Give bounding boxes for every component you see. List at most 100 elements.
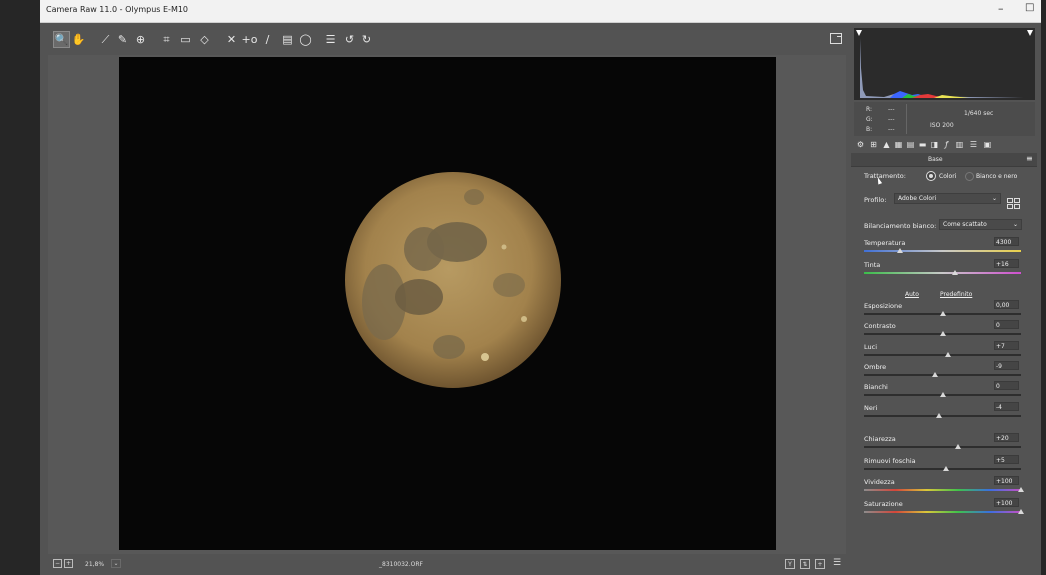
filename: _8310032.ORF: [379, 561, 423, 568]
rotate-right-icon[interactable]: ↻: [358, 31, 375, 48]
hand-tool-icon[interactable]: ✋: [70, 31, 87, 48]
toggle-settings-icon[interactable]: ☰: [833, 559, 841, 568]
wb-chevron-icon: ⌄: [1012, 221, 1018, 228]
view-mode-y-button[interactable]: Y: [785, 559, 795, 569]
treatment-bw-label[interactable]: Bianco e nero: [976, 173, 1017, 180]
slider-value-vividezza[interactable]: +100: [994, 476, 1019, 485]
treatment-bw-radio[interactable]: [965, 172, 974, 181]
treatment-color-label[interactable]: Colori: [939, 173, 956, 180]
copy-settings-button[interactable]: +: [815, 559, 825, 569]
slider-thumb-bianchi[interactable]: [939, 392, 946, 397]
slider-thumb-luci[interactable]: [944, 352, 951, 357]
white-balance-select[interactable]: Come scattato ⌄: [939, 219, 1022, 230]
tab-presets[interactable]: ☰: [969, 140, 978, 149]
slider-value-luci[interactable]: +7: [994, 341, 1019, 350]
treatment-label: Trattamento:: [864, 172, 906, 180]
slider-thumb-chiarezza[interactable]: [955, 444, 962, 449]
zoom-level[interactable]: 21,8%: [85, 561, 104, 568]
crop-tool-icon[interactable]: ⌗: [158, 31, 175, 48]
preferences-icon[interactable]: ☰: [322, 31, 339, 48]
photo-preview[interactable]: [119, 57, 776, 550]
slider-track-saturazione[interactable]: [864, 511, 1021, 513]
treatment-color-radio[interactable]: [926, 171, 936, 181]
basic-panel-header: Base ≡: [851, 153, 1037, 167]
slider-label-temperatura: Temperatura: [864, 239, 906, 247]
profile-chevron-icon: ⌄: [991, 195, 997, 202]
zoom-tool-icon[interactable]: 🔍: [53, 31, 70, 48]
slider-track-luci[interactable]: [864, 354, 1021, 356]
tab-tone-curve[interactable]: ⊞: [869, 140, 878, 149]
white-balance-tool-icon[interactable]: ⟋: [97, 31, 114, 48]
profile-select[interactable]: Adobe Colori ⌄: [894, 193, 1001, 204]
slider-track-temperatura[interactable]: [864, 250, 1021, 252]
default-link[interactable]: Predefinito: [940, 291, 972, 298]
slider-thumb-temperatura[interactable]: [897, 248, 904, 253]
slider-label-vividezza: Vividezza: [864, 478, 895, 486]
slider-value-bianchi[interactable]: 0: [994, 381, 1019, 390]
adjustment-brush-icon[interactable]: ∕: [259, 31, 276, 48]
slider-value-temperatura[interactable]: 4300: [994, 237, 1019, 246]
color-sampler-tool-icon[interactable]: ✎: [114, 31, 131, 48]
auto-link[interactable]: Auto: [905, 291, 919, 298]
slider-value-chiarezza[interactable]: +20: [994, 433, 1019, 442]
tab-snapshots[interactable]: ▣: [983, 140, 992, 149]
slider-value-contrasto[interactable]: 0: [994, 320, 1019, 329]
slider-thumb-esposizione[interactable]: [939, 311, 946, 316]
spot-removal-tool-icon[interactable]: ✕: [223, 31, 240, 48]
slider-value-ombre[interactable]: -9: [994, 361, 1019, 370]
tab-effects[interactable]: ƒ: [942, 140, 951, 149]
slider-thumb-ombre[interactable]: [932, 372, 939, 377]
tab-detail[interactable]: ▲: [882, 140, 891, 149]
zoom-out-button[interactable]: −: [53, 559, 62, 568]
zoom-in-button[interactable]: +: [64, 559, 73, 568]
rotate-left-icon[interactable]: ↺: [341, 31, 358, 48]
swap-before-after-button[interactable]: ⇅: [800, 559, 810, 569]
window-title: Camera Raw 11.0 - Olympus E-M10: [46, 5, 189, 14]
slider-thumb-neri[interactable]: [936, 413, 943, 418]
slider-track-vividezza[interactable]: [864, 489, 1021, 491]
slider-label-neri: Neri: [864, 404, 878, 412]
white-balance-value: Come scattato: [943, 221, 987, 228]
maximize-button[interactable]: □: [1025, 2, 1034, 13]
slider-thumb-vividezza[interactable]: [1018, 487, 1024, 492]
histogram-graph: [856, 30, 1033, 98]
slider-value-tinta[interactable]: +16: [994, 259, 1019, 268]
tab-hsl[interactable]: ▦: [894, 140, 903, 149]
slider-track-tinta[interactable]: [864, 272, 1021, 274]
tab-split-toning[interactable]: ▤: [906, 140, 915, 149]
minimize-button[interactable]: –: [998, 2, 1004, 15]
slider-thumb-saturazione[interactable]: [1018, 509, 1024, 514]
slider-track-chiarezza[interactable]: [864, 446, 1021, 448]
slider-label-rimuovi_foschia: Rimuovi foschia: [864, 457, 916, 465]
tab-basic[interactable]: ⚙: [856, 140, 865, 149]
slider-value-neri[interactable]: -4: [994, 402, 1019, 411]
g-label: G:: [866, 116, 873, 123]
graduated-filter-icon[interactable]: ▤: [279, 31, 296, 48]
export-arrow-icon: [837, 36, 842, 41]
slider-value-esposizione[interactable]: 0,00: [994, 300, 1019, 309]
slider-label-esposizione: Esposizione: [864, 302, 903, 310]
tab-transform[interactable]: ◨: [930, 140, 939, 149]
slider-thumb-contrasto[interactable]: [939, 331, 946, 336]
white-balance-label: Bilanciamento bianco:: [864, 222, 937, 230]
slider-value-saturazione[interactable]: +100: [994, 498, 1019, 507]
slider-label-luci: Luci: [864, 343, 878, 351]
zoom-dropdown-icon[interactable]: ⌄: [111, 559, 121, 568]
open-preferences-button[interactable]: [830, 33, 842, 44]
b-label: B:: [866, 126, 873, 133]
red-eye-tool-icon[interactable]: +o: [241, 31, 258, 48]
tab-lens-corrections[interactable]: ▬: [918, 140, 927, 149]
slider-thumb-tinta[interactable]: [952, 270, 959, 275]
slider-track-neri[interactable]: [864, 415, 1021, 417]
radial-filter-icon[interactable]: ◯: [297, 31, 314, 48]
slider-value-rimuovi_foschia[interactable]: +5: [994, 455, 1019, 464]
slider-thumb-rimuovi_foschia[interactable]: [943, 466, 950, 471]
tab-camera-calibration[interactable]: ▥: [955, 140, 964, 149]
straighten-tool-icon[interactable]: ▭: [177, 31, 194, 48]
profile-browser-icon[interactable]: [1007, 194, 1020, 209]
targeted-adjustment-tool-icon[interactable]: ⊕: [132, 31, 149, 48]
moon-image: [345, 172, 561, 388]
slider-track-ombre[interactable]: [864, 374, 1021, 376]
transform-tool-icon[interactable]: ◇: [196, 31, 213, 48]
panel-menu-icon[interactable]: ≡: [1026, 154, 1033, 163]
